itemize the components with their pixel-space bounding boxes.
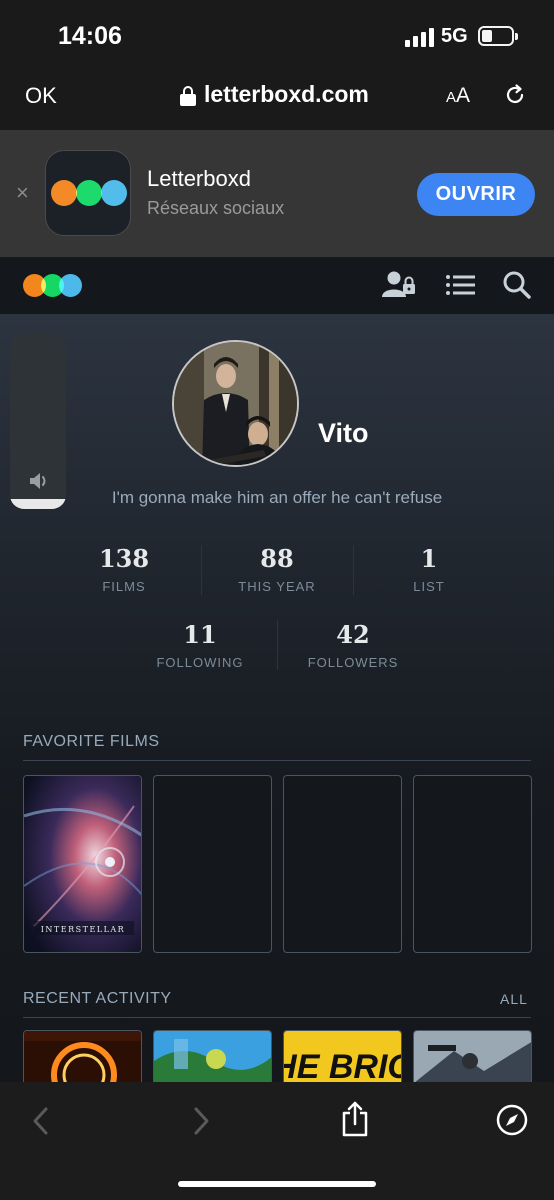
- favorite-poster-empty[interactable]: [283, 775, 402, 953]
- volume-indicator: [10, 333, 66, 509]
- stat-films-value: 138: [98, 544, 150, 573]
- stat-this-year-label: THIS YEAR: [238, 579, 316, 594]
- open-app-button[interactable]: OUVRIR: [417, 173, 535, 216]
- stat-divider: [353, 545, 354, 595]
- app-category: Réseaux sociaux: [147, 198, 285, 218]
- section-divider: [23, 760, 531, 761]
- app-icon: [45, 150, 131, 236]
- activity-poster-art: [154, 1031, 271, 1082]
- home-indicator: [178, 1181, 376, 1187]
- activity-poster[interactable]: [23, 1030, 142, 1082]
- stat-following[interactable]: 11 FOLLOWING: [141, 620, 259, 670]
- stat-lists-label: LIST: [413, 579, 445, 594]
- signal-icon: [405, 27, 435, 47]
- stat-following-value: 11: [183, 620, 217, 649]
- close-icon[interactable]: ×: [16, 180, 29, 206]
- stat-this-year-value: 88: [260, 544, 294, 573]
- interstellar-poster: INTERSTELLAR: [24, 776, 141, 952]
- stat-followers-label: FOLLOWERS: [307, 655, 399, 670]
- stat-this-year[interactable]: 88 THIS YEAR: [218, 544, 336, 594]
- stat-lists[interactable]: 1 LIST: [370, 544, 488, 594]
- text-size-button[interactable]: AA: [446, 84, 470, 108]
- reload-icon[interactable]: [503, 83, 527, 107]
- status-time: 14:06: [58, 22, 122, 50]
- favorite-films-title[interactable]: FAVORITE FILMS: [23, 733, 160, 751]
- activity-poster-art: [414, 1031, 531, 1082]
- list-menu-icon[interactable]: [444, 269, 478, 301]
- lock-icon: [180, 86, 196, 106]
- back-icon[interactable]: [30, 1106, 52, 1136]
- activity-poster-art: [24, 1031, 141, 1082]
- favorite-poster-empty[interactable]: [153, 775, 272, 953]
- app-name: Letterboxd: [147, 166, 251, 191]
- recent-activity-title[interactable]: RECENT ACTIVITY: [23, 990, 172, 1008]
- activity-poster[interactable]: THE BRICE: [283, 1030, 402, 1082]
- favorite-poster[interactable]: INTERSTELLAR: [23, 775, 142, 953]
- forward-icon[interactable]: [190, 1106, 212, 1136]
- letterboxd-logo-icon[interactable]: [23, 274, 83, 298]
- stat-following-label: FOLLOWING: [156, 655, 244, 670]
- activity-poster[interactable]: [153, 1030, 272, 1082]
- sign-in-icon[interactable]: [382, 269, 416, 301]
- url-address[interactable]: letterboxd.com: [204, 81, 369, 108]
- text-size-big-glyph: A: [456, 84, 471, 107]
- stat-films[interactable]: 138 FILMS: [65, 544, 183, 594]
- poster-title-text: INTERSTELLAR: [41, 925, 125, 934]
- text-size-small-glyph: A: [446, 89, 457, 106]
- stat-followers[interactable]: 42 FOLLOWERS: [294, 620, 412, 670]
- site-nav: [0, 257, 554, 314]
- profile-section: Vito I'm gonna make him an offer he can'…: [0, 314, 554, 1082]
- battery-icon: [478, 26, 518, 46]
- stat-divider: [201, 545, 202, 595]
- activity-poster-title: THE BRICE: [284, 1048, 402, 1082]
- avatar[interactable]: [172, 340, 299, 467]
- activity-poster[interactable]: [413, 1030, 532, 1082]
- section-divider: [23, 1017, 531, 1018]
- done-button[interactable]: OK: [25, 83, 57, 109]
- stat-divider: [277, 620, 278, 670]
- activity-poster-art: THE BRICE: [284, 1031, 402, 1082]
- status-bar: 14:06 5G: [0, 0, 554, 66]
- stat-films-label: FILMS: [102, 579, 146, 594]
- stat-lists-value: 1: [420, 544, 438, 573]
- profile-username: Vito: [318, 418, 369, 448]
- compass-icon[interactable]: [496, 1104, 528, 1136]
- network-type: 5G: [441, 25, 468, 47]
- favorite-poster-empty[interactable]: [413, 775, 532, 953]
- avatar-photo: [174, 342, 297, 465]
- stat-followers-value: 42: [336, 620, 370, 649]
- browser-url-bar: OK letterboxd.com AA: [0, 66, 554, 130]
- recent-activity-all-link[interactable]: ALL: [500, 991, 528, 1007]
- app-banner: × Letterboxd Réseaux sociaux OUVRIR: [0, 130, 554, 257]
- share-icon[interactable]: [340, 1100, 370, 1138]
- search-icon[interactable]: [500, 269, 534, 301]
- profile-bio: I'm gonna make him an offer he can't ref…: [111, 488, 443, 507]
